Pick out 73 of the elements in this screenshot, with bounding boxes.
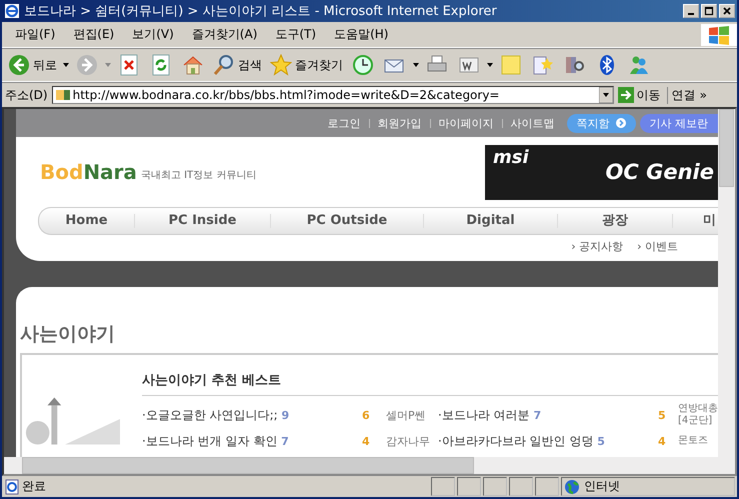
horizontal-scrollbar[interactable] (4, 457, 735, 474)
star-icon (270, 54, 292, 76)
close-button[interactable] (719, 4, 735, 18)
status-pane (457, 477, 481, 496)
post-title[interactable]: ·보드나라 번개 일자 확인 7 (142, 432, 362, 450)
stop-icon[interactable] (118, 54, 140, 76)
best-title: 사는이야기 추천 베스트 (142, 355, 718, 396)
menu-item[interactable]: 보기(V) (123, 26, 183, 43)
status-text: 완료 (22, 478, 47, 495)
vote-count: 4 (658, 434, 667, 448)
site-logo[interactable]: BodNara (40, 160, 137, 184)
menu-item[interactable]: 도구(T) (266, 26, 326, 43)
dropdown-caret-icon[interactable] (63, 63, 69, 67)
sub-nav-link[interactable]: › 공지사항 (571, 239, 624, 254)
sub-nav-link[interactable]: › 이벤트 (637, 239, 678, 254)
chevron-icon (616, 118, 626, 128)
vertical-scrollbar[interactable] (718, 109, 735, 457)
vote-count: 4 (362, 434, 371, 448)
nav-item[interactable]: Home (39, 214, 135, 228)
address-url: http://www.bodnara.co.kr/bbs/bbs.html?imode=write&D=2&category= (72, 88, 500, 102)
links-label[interactable]: 연결 (672, 86, 696, 104)
search-button[interactable]: 검색 (211, 54, 264, 76)
post-title[interactable]: ·오글오글한 사연입니다;; 9 (142, 406, 362, 424)
status-pane (431, 477, 455, 496)
address-field[interactable]: http://www.bodnara.co.kr/bbs/bbs.html?imode=write&D=2&category= (52, 86, 614, 104)
minimize-icon (688, 13, 694, 15)
dropdown-caret-icon[interactable] (413, 63, 419, 67)
site-logo-icon (56, 90, 70, 100)
dropdown-caret-icon[interactable] (487, 63, 493, 67)
window-title: 보드나라 > 쉼터(커뮤니티) > 사는이야기 리스트 - Microsoft Internet Explorer (24, 3, 498, 20)
post-author: 몬토즈 (678, 435, 709, 447)
home-icon[interactable] (182, 54, 204, 76)
post-title[interactable]: ·아브라카다브라 일반인 엉덩 5 (438, 432, 658, 450)
vote-count: 5 (658, 408, 667, 422)
page-icon (4, 478, 20, 494)
security-zone: 인터넷 (584, 478, 620, 495)
nav-item[interactable]: Digital (424, 214, 558, 228)
post-author: 연방대총[4군단] (678, 403, 718, 427)
address-label: 주소(D) (5, 86, 48, 104)
minimize-button[interactable] (683, 4, 699, 18)
globe-icon (564, 478, 580, 494)
status-pane (483, 477, 507, 496)
menu-item[interactable]: 파일(F) (6, 26, 64, 43)
refresh-icon[interactable] (150, 54, 172, 76)
close-icon (722, 6, 732, 16)
browser-logo-icon (4, 3, 20, 19)
section-title: 사는이야기 (20, 322, 116, 347)
nav-item[interactable]: 광장 (558, 214, 673, 228)
star-page-icon[interactable] (532, 54, 554, 76)
menu-item[interactable]: 편집(E) (64, 26, 124, 43)
vote-count: 6 (362, 408, 371, 422)
status-pane (509, 477, 533, 496)
menu-item[interactable]: 즐겨찾기(A) (182, 26, 266, 43)
history-icon[interactable] (352, 54, 374, 76)
nav-item[interactable]: PC Outside (271, 214, 424, 228)
back-button[interactable]: 뒤로 (6, 54, 59, 76)
search-icon (213, 54, 235, 76)
post-title[interactable]: ·보드나라 여러분 7 (438, 406, 658, 424)
maximize-button[interactable] (701, 4, 717, 18)
logo-tagline: 국내최고 IT정보 커뮤니티 (140, 169, 256, 182)
maximize-icon (704, 6, 714, 16)
post-author: 셀머P쎈 (385, 408, 427, 422)
post-author: 감자나무 (385, 434, 431, 448)
go-arrow-icon (618, 87, 634, 103)
menu-item[interactable]: 도움말(H) (325, 26, 398, 43)
ad-banner[interactable]: msi OC Genie (485, 144, 718, 200)
nav-item[interactable]: PC Inside (135, 214, 271, 228)
nav-item[interactable]: 미 (673, 214, 718, 228)
go-button[interactable]: 이동 (618, 86, 668, 104)
favorites-button[interactable]: 즐겨찾기 (268, 54, 345, 76)
dropdown-arrow-icon[interactable] (598, 87, 613, 103)
links-chevron[interactable]: » (700, 88, 707, 102)
status-pane (535, 477, 559, 496)
